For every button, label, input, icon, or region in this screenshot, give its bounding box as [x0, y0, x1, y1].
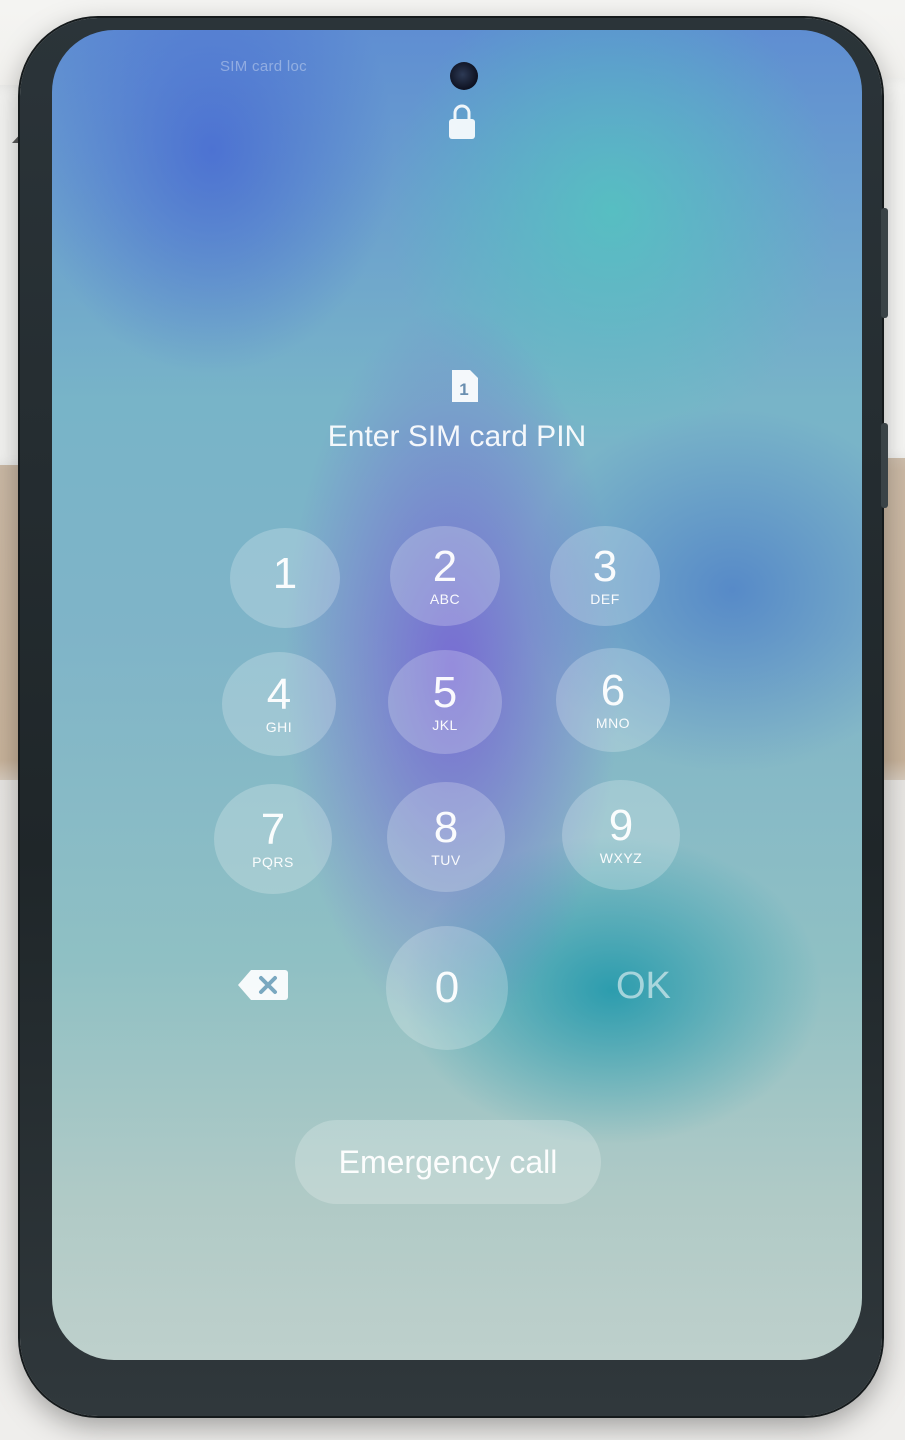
key-digit: 8 [433, 803, 459, 852]
key-digit: 6 [600, 666, 626, 715]
front-camera [450, 62, 478, 90]
emergency-call-label: Emergency call [338, 1143, 558, 1180]
keypad-key-1[interactable]: 1 [230, 528, 340, 628]
keypad-key-3[interactable]: 3 DEF [550, 526, 660, 626]
sim-card-icon: 1 [448, 368, 480, 404]
status-text: SIM card loc [220, 58, 307, 75]
key-digit: 3 [592, 542, 618, 591]
key-digit: 1 [272, 549, 298, 598]
power-button [881, 423, 888, 508]
lock-screen: SIM card loc 1 Enter SIM card PIN 1 2 AB… [52, 30, 862, 1360]
keypad-key-0[interactable]: 0 [386, 926, 508, 1050]
keypad-key-9[interactable]: 9 WXYZ [562, 780, 680, 890]
key-letters: PQRS [252, 854, 294, 870]
key-letters: DEF [590, 591, 620, 607]
page-title: Enter SIM card PIN [327, 420, 587, 453]
key-digit: 9 [608, 801, 634, 850]
key-letters: TUV [431, 852, 461, 868]
volume-button [881, 208, 888, 318]
lock-icon [449, 104, 475, 139]
keypad-key-7[interactable]: 7 PQRS [214, 784, 332, 894]
emergency-call-button[interactable]: Emergency call [295, 1120, 601, 1204]
key-digit: 2 [432, 542, 458, 591]
key-digit: 0 [434, 963, 460, 1012]
key-digit: 4 [266, 670, 292, 719]
key-digit: 7 [260, 805, 286, 854]
key-letters: JKL [432, 717, 458, 733]
key-letters: ABC [429, 591, 461, 607]
key-letters: MNO [595, 715, 631, 731]
keypad-key-4[interactable]: 4 GHI [222, 652, 336, 756]
keypad-key-6[interactable]: 6 MNO [556, 648, 670, 752]
sim-slot-number: 1 [459, 380, 468, 399]
keypad-key-8[interactable]: 8 TUV [387, 782, 505, 892]
keypad-key-5[interactable]: 5 JKL [388, 650, 502, 754]
key-letters: WXYZ [599, 850, 643, 866]
key-digit: 5 [432, 668, 458, 717]
backspace-icon[interactable] [237, 968, 289, 1002]
keypad-key-2[interactable]: 2 ABC [390, 526, 500, 626]
key-letters: GHI [265, 719, 293, 735]
ok-button[interactable]: OK [616, 965, 671, 1008]
phone-device: SIM card loc 1 Enter SIM card PIN 1 2 AB… [20, 18, 888, 1416]
